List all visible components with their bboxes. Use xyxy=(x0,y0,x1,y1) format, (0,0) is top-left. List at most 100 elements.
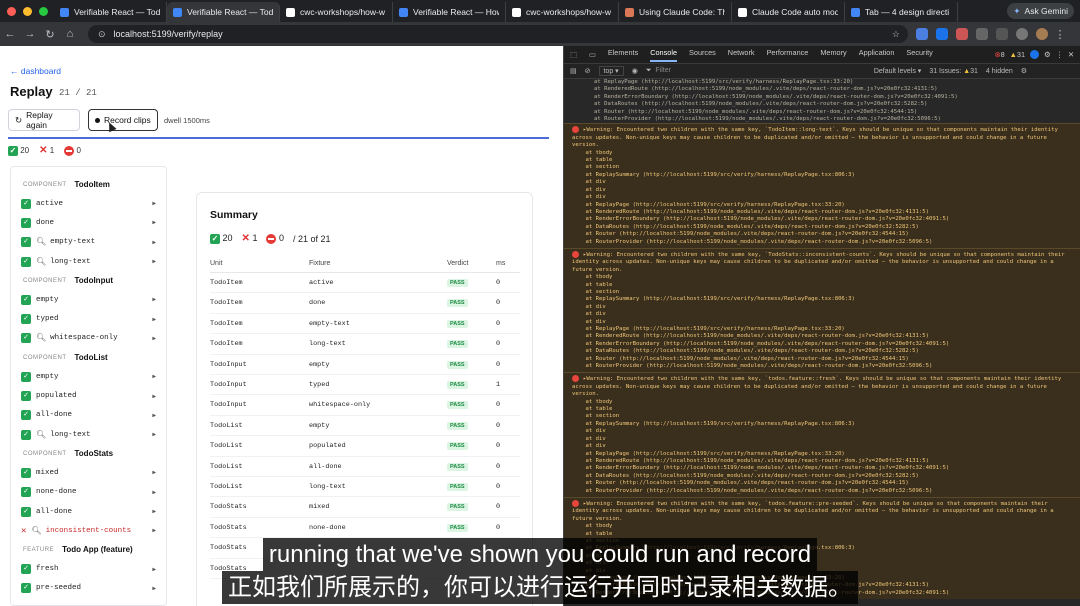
devtools-tab-network[interactable]: Network xyxy=(728,48,755,62)
issues-button[interactable]: 31 Issues: ▲31 xyxy=(929,68,978,75)
console-warning[interactable]: ▸Warning: Encountered two children with … xyxy=(564,496,1080,600)
table-row[interactable]: TodoList empty PASS 0 xyxy=(210,416,520,437)
sidebar-item-empty[interactable]: ✓ empty ▶ xyxy=(11,290,166,309)
sidebar-item-all-done[interactable]: ✓ all-done ▶ xyxy=(11,406,166,425)
console-stack-line[interactable]: at RouterProvider (http://localhost:5199… xyxy=(564,116,1080,123)
console-stack-line[interactable]: at Router (http://localhost:5199/node_mo… xyxy=(564,109,1080,116)
devtools-tab-application[interactable]: Application xyxy=(859,48,895,62)
sidebar-item-pre-seeded[interactable]: ✓ pre-seeded ▶ xyxy=(11,579,166,598)
sidebar-item-active[interactable]: ✓ active ▶ xyxy=(11,194,166,213)
devtools-tab-console[interactable]: Console xyxy=(650,48,678,62)
extension-icon[interactable] xyxy=(916,28,928,40)
bookmark-star-icon[interactable]: ☆ xyxy=(892,29,900,40)
sidebar-item-long-text[interactable]: ✓ 🔍︎ long-text ▶ xyxy=(11,252,166,271)
devtools-tab-memory[interactable]: Memory xyxy=(820,48,846,62)
browser-tab[interactable]: Verifiable React — Todo xyxy=(54,2,167,22)
close-window-icon[interactable] xyxy=(7,6,16,16)
extension-icon[interactable] xyxy=(956,28,968,40)
console-settings-icon[interactable]: ⚙ xyxy=(1021,67,1027,75)
console-stack-line[interactable]: at RenderErrorBoundary (http://localhost… xyxy=(564,94,1080,101)
sidebar-item-fresh[interactable]: ✓ fresh ▶ xyxy=(11,559,166,578)
sidebar-toggle-icon[interactable]: ▤ xyxy=(570,67,577,75)
issues-icon[interactable] xyxy=(1030,50,1040,59)
sidebar-item-populated[interactable]: ✓ populated ▶ xyxy=(11,386,166,405)
table-row[interactable]: TodoInput typed PASS 1 xyxy=(210,375,520,396)
play-arrow-icon: ▶ xyxy=(152,373,156,381)
table-row[interactable]: TodoStats none-done PASS 0 xyxy=(210,518,520,539)
table-row[interactable]: TodoItem done PASS 0 xyxy=(210,293,520,314)
download-icon[interactable] xyxy=(1016,28,1028,40)
settings-gear-icon[interactable]: ⚙ xyxy=(1044,50,1051,59)
extension-icon[interactable] xyxy=(936,28,948,40)
console-stack-line[interactable]: at RenderedRoute (http://localhost:5199/… xyxy=(564,86,1080,93)
devtools-tab-elements[interactable]: Elements xyxy=(608,48,638,62)
minimize-window-icon[interactable] xyxy=(23,6,32,16)
console-warning[interactable]: ▸Warning: Encountered two children with … xyxy=(564,247,1080,373)
sidebar-item-none-done[interactable]: ✓ none-done ▶ xyxy=(11,483,166,502)
table-row[interactable]: TodoInput whitespace-only PASS 0 xyxy=(210,395,520,416)
table-row[interactable]: TodoInput empty PASS 0 xyxy=(210,355,520,375)
browser-tab[interactable]: Using Claude Code: Th xyxy=(619,2,732,22)
table-row[interactable]: TodoList populated PASS 0 xyxy=(210,436,520,457)
log-levels-select[interactable]: Default levels ▾ xyxy=(874,67,922,75)
sidebar-item-typed[interactable]: ✓ typed ▶ xyxy=(11,309,166,328)
home-icon[interactable]: ⌂ xyxy=(60,28,80,40)
console-warning[interactable]: ▸Warning: Encountered two children with … xyxy=(564,123,1080,248)
browser-tab[interactable]: Verifiable React — Todo xyxy=(167,2,280,22)
console-warning[interactable]: ▸Warning: Encountered two children with … xyxy=(564,372,1080,497)
table-row[interactable]: TodoStats xyxy=(210,538,520,559)
sidebar-item-all-done[interactable]: ✓ all-done ▶ xyxy=(11,502,166,521)
sidebar-item-inconsistent-counts[interactable]: ✕ 🔍︎ inconsistent-counts ▶ xyxy=(11,521,166,540)
table-row[interactable]: TodoItem empty-text PASS 0 xyxy=(210,314,520,335)
devtools-tab-security[interactable]: Security xyxy=(906,48,932,62)
browser-tab[interactable]: Claude Code auto mod xyxy=(732,2,845,22)
browser-tab[interactable]: Verifiable React — How xyxy=(393,2,506,22)
devtools-tab-sources[interactable]: Sources xyxy=(689,48,716,62)
verdict-badge: PASS xyxy=(447,421,468,430)
devtools-tab-performance[interactable]: Performance xyxy=(767,48,809,62)
close-devtools-icon[interactable]: ✕ xyxy=(1068,50,1074,59)
forward-icon[interactable]: → xyxy=(20,28,40,40)
play-arrow-icon: ▶ xyxy=(152,565,156,573)
sidebar-item-empty[interactable]: ✓ empty ▶ xyxy=(11,367,166,386)
ask-gemini-button[interactable]: ✦ Ask Gemini xyxy=(1007,3,1074,19)
table-row[interactable]: TodoStats mixed PASS 0 xyxy=(210,497,520,518)
table-row[interactable]: TodoItem long-text PASS 0 xyxy=(210,334,520,355)
browser-tab[interactable]: cwc-workshops/how-w xyxy=(280,2,393,22)
maximize-window-icon[interactable] xyxy=(39,6,48,16)
warning-count-badge[interactable]: ▲31 xyxy=(1010,50,1025,59)
table-row[interactable]: TodoItem active PASS 0 xyxy=(210,273,520,294)
reload-icon[interactable]: ↻ xyxy=(40,28,60,41)
table-row[interactable]: TodoList all-done PASS 0 xyxy=(210,457,520,477)
error-count-badge[interactable]: ⊗8 xyxy=(994,50,1004,59)
avatar[interactable] xyxy=(1036,28,1048,40)
sidebar-item-done[interactable]: ✓ done ▶ xyxy=(11,213,166,232)
address-bar[interactable]: ⊙ localhost:5199/verify/replay ☆ xyxy=(88,25,908,43)
console-stack-line[interactable]: at DataRoutes (http://localhost:5199/nod… xyxy=(564,101,1080,108)
sidebar-item-long-text[interactable]: ✓ 🔍︎ long-text ▶ xyxy=(11,425,166,444)
browser-tab[interactable]: cwc-workshops/how-w xyxy=(506,2,619,22)
inspect-icon[interactable]: ⬚ xyxy=(570,50,577,59)
filter-input[interactable]: ⏷ Filter xyxy=(646,67,866,75)
table-row[interactable]: TodoList long-text PASS 0 xyxy=(210,477,520,498)
back-to-dashboard-link[interactable]: ← dashboard xyxy=(10,66,61,76)
table-row[interactable]: TodoStats xyxy=(210,559,520,579)
sidebar-item-whitespace-only[interactable]: ✓ 🔍︎ whitespace-only ▶ xyxy=(11,329,166,348)
back-icon[interactable]: ← xyxy=(0,28,20,40)
sidebar-item-empty-text[interactable]: ✓ 🔍︎ empty-text ▶ xyxy=(11,233,166,252)
menu-icon[interactable]: ⋮ xyxy=(1050,28,1070,41)
live-expression-icon[interactable]: ◉ xyxy=(632,67,638,75)
site-info-icon[interactable]: ⊙ xyxy=(98,29,106,40)
clear-console-icon[interactable]: ⊘ xyxy=(585,67,591,75)
extensions-puzzle-icon[interactable] xyxy=(976,28,988,40)
replay-progress-bar xyxy=(8,137,549,139)
context-select[interactable]: top ▾ xyxy=(598,66,624,76)
console-stack-line[interactable]: at ReplayPage (http://localhost:5199/src… xyxy=(564,79,1080,86)
browser-tab[interactable]: Tab — 4 design directi xyxy=(845,2,958,22)
record-clips-button[interactable]: Record clips xyxy=(88,109,158,131)
sidebar-item-mixed[interactable]: ✓ mixed ▶ xyxy=(11,463,166,482)
more-options-icon[interactable]: ⋮ xyxy=(1056,50,1063,59)
sidepanel-icon[interactable] xyxy=(996,28,1008,40)
replay-again-button[interactable]: ↻ Replay again xyxy=(8,109,80,131)
device-toggle-icon[interactable]: ▭ xyxy=(589,50,596,59)
